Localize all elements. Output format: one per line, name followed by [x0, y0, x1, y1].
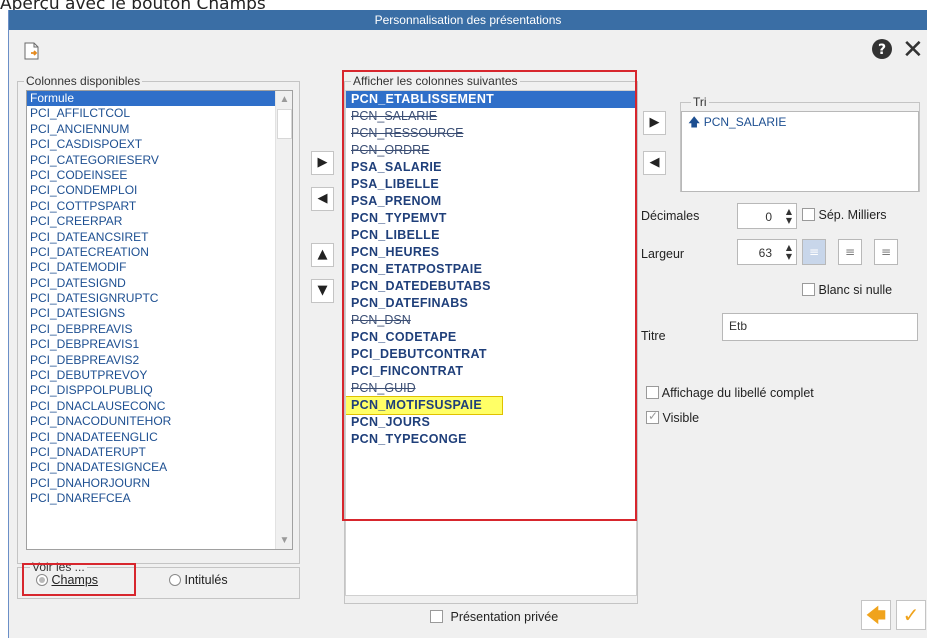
- available-column-item[interactable]: PCI_DATESIGNRUPTC: [27, 291, 292, 306]
- remove-column-button[interactable]: ◀: [311, 187, 334, 211]
- available-column-item[interactable]: PCI_CREERPAR: [27, 214, 292, 229]
- sep-milliers-label: Sép. Milliers: [818, 208, 887, 222]
- add-column-button[interactable]: ▶: [311, 151, 334, 175]
- available-column-item[interactable]: PCI_DEBUTPREVOY: [27, 368, 292, 383]
- sort-field-label: PCN_SALARIE: [703, 115, 787, 129]
- sort-list[interactable]: 🡅 PCN_SALARIE: [681, 111, 919, 192]
- libelle-complet-label: Affichage du libellé complet: [661, 386, 814, 400]
- align-center-icon[interactable]: ≡: [874, 239, 898, 265]
- toolbar: ? ✕: [9, 30, 927, 70]
- available-columns-items: Formule PCI_AFFILCTCOL PCI_ANCIENNUM PCI_CA…: [27, 91, 292, 507]
- presentation-privee-option[interactable]: Présentation privée: [430, 610, 558, 624]
- titre-input[interactable]: Etb: [722, 313, 918, 341]
- help-icon[interactable]: ?: [871, 38, 893, 60]
- decimales-spinner[interactable]: 0 ▲ ▼: [737, 203, 797, 229]
- available-column-item[interactable]: PCI_ANCIENNUM: [27, 122, 292, 137]
- visible-checkbox[interactable]: [646, 409, 659, 424]
- available-column-item[interactable]: PCI_DEBPREAVIS1: [27, 337, 292, 352]
- scroll-up-icon[interactable]: ▲: [276, 91, 292, 108]
- sort-label: Tri: [691, 95, 709, 109]
- scroll-thumb[interactable]: [277, 109, 292, 139]
- presentation-privee-label: Présentation privée: [450, 610, 559, 624]
- scroll-down-icon[interactable]: ▼: [276, 532, 292, 549]
- add-sort-button[interactable]: ▶: [643, 111, 666, 135]
- sort-item[interactable]: 🡅 PCN_SALARIE: [682, 115, 918, 130]
- decimales-value: 0: [765, 210, 772, 224]
- available-column-item[interactable]: PCI_DNADATESIGNCEA: [27, 460, 292, 475]
- back-arrow-icon: 🡄: [865, 603, 887, 627]
- move-down-button[interactable]: ▼: [311, 279, 334, 303]
- ok-button[interactable]: ✓: [896, 600, 926, 630]
- remove-sort-button[interactable]: ◀: [643, 151, 666, 175]
- sep-milliers-option[interactable]: Sép. Milliers: [802, 208, 887, 222]
- align-right-icon[interactable]: ≡: [838, 239, 862, 265]
- back-button[interactable]: 🡄: [861, 600, 891, 630]
- largeur-label: Largeur: [641, 247, 685, 261]
- largeur-spinner[interactable]: 63 ▲ ▼: [737, 239, 797, 265]
- available-columns-label: Colonnes disponibles: [24, 74, 143, 88]
- available-column-item[interactable]: PCI_AFFILCTCOL: [27, 106, 292, 121]
- blanc-si-nulle-option[interactable]: Blanc si nulle: [802, 283, 892, 297]
- sep-milliers-checkbox[interactable]: [802, 208, 815, 221]
- available-column-item[interactable]: PCI_DATESIGNS: [27, 306, 292, 321]
- available-column-item[interactable]: PCI_DNAHORJOURN: [27, 476, 292, 491]
- largeur-value: 63: [758, 246, 772, 260]
- visible-label: Visible: [662, 411, 700, 425]
- available-column-item[interactable]: PCI_DNACODUNITEHOR: [27, 414, 292, 429]
- shown-columns-callout-box: [342, 70, 637, 521]
- available-column-item[interactable]: Formule: [27, 91, 292, 107]
- decimales-label: Décimales: [641, 209, 700, 223]
- blanc-si-nulle-label: Blanc si nulle: [818, 283, 893, 297]
- blanc-si-nulle-checkbox[interactable]: [802, 283, 815, 296]
- view-option-intitules[interactable]: Intitulés: [169, 573, 228, 587]
- available-column-item[interactable]: PCI_DATESIGND: [27, 276, 292, 291]
- available-column-item[interactable]: PCI_CASDISPOEXT: [27, 137, 292, 152]
- available-column-item[interactable]: PCI_CODEINSEE: [27, 168, 292, 183]
- available-column-item[interactable]: PCI_DEBPREAVIS: [27, 322, 292, 337]
- available-column-item[interactable]: PCI_DATEANCSIRET: [27, 230, 292, 245]
- visible-option[interactable]: Visible: [646, 409, 700, 425]
- available-column-item[interactable]: PCI_DATEMODIF: [27, 260, 292, 275]
- ok-check-icon: ✓: [902, 603, 920, 627]
- libelle-complet-checkbox[interactable]: [646, 386, 659, 399]
- svg-text:?: ?: [878, 42, 886, 58]
- available-columns-list[interactable]: Formule PCI_AFFILCTCOL PCI_ANCIENNUM PCI_CA…: [26, 90, 293, 550]
- spinner-arrows-icon[interactable]: ▲ ▼: [786, 243, 792, 261]
- available-scrollbar[interactable]: ▲ ▼: [275, 91, 292, 549]
- titre-label: Titre: [641, 329, 666, 343]
- available-column-item[interactable]: PCI_DNACLAUSECONC: [27, 399, 292, 414]
- available-column-item[interactable]: PCI_DATECREATION: [27, 245, 292, 260]
- move-up-button[interactable]: ▲: [311, 243, 334, 267]
- view-option-intitules-label: Intitulés: [184, 573, 228, 587]
- available-column-item[interactable]: PCI_CATEGORIESERV: [27, 153, 292, 168]
- available-column-item[interactable]: PCI_DNAREFCEA: [27, 491, 292, 506]
- available-column-item[interactable]: PCI_DEBPREAVIS2: [27, 353, 292, 368]
- available-column-item[interactable]: PCI_DNADATERUPT: [27, 445, 292, 460]
- available-column-item[interactable]: PCI_DNADATEENGLIC: [27, 430, 292, 445]
- available-column-item[interactable]: PCI_DISPPOLPUBLIQ: [27, 383, 292, 398]
- champs-callout-box: [22, 563, 136, 596]
- align-left-icon[interactable]: ≡: [802, 239, 826, 265]
- spinner-arrows-icon[interactable]: ▲ ▼: [786, 207, 792, 225]
- close-icon[interactable]: ✕: [902, 35, 924, 65]
- export-document-icon[interactable]: [24, 42, 46, 64]
- libelle-complet-option[interactable]: Affichage du libellé complet: [646, 386, 814, 400]
- radio-intitules[interactable]: [169, 574, 181, 586]
- presentation-privee-checkbox[interactable]: [430, 610, 443, 623]
- available-column-item[interactable]: PCI_COTTPSPART: [27, 199, 292, 214]
- window-title: Personnalisation des présentations: [9, 10, 927, 30]
- presentation-dialog: Personnalisation des présentations ? ✕ C…: [8, 10, 927, 638]
- sort-asc-icon: 🡅: [688, 115, 701, 129]
- available-column-item[interactable]: PCI_CONDEMPLOI: [27, 183, 292, 198]
